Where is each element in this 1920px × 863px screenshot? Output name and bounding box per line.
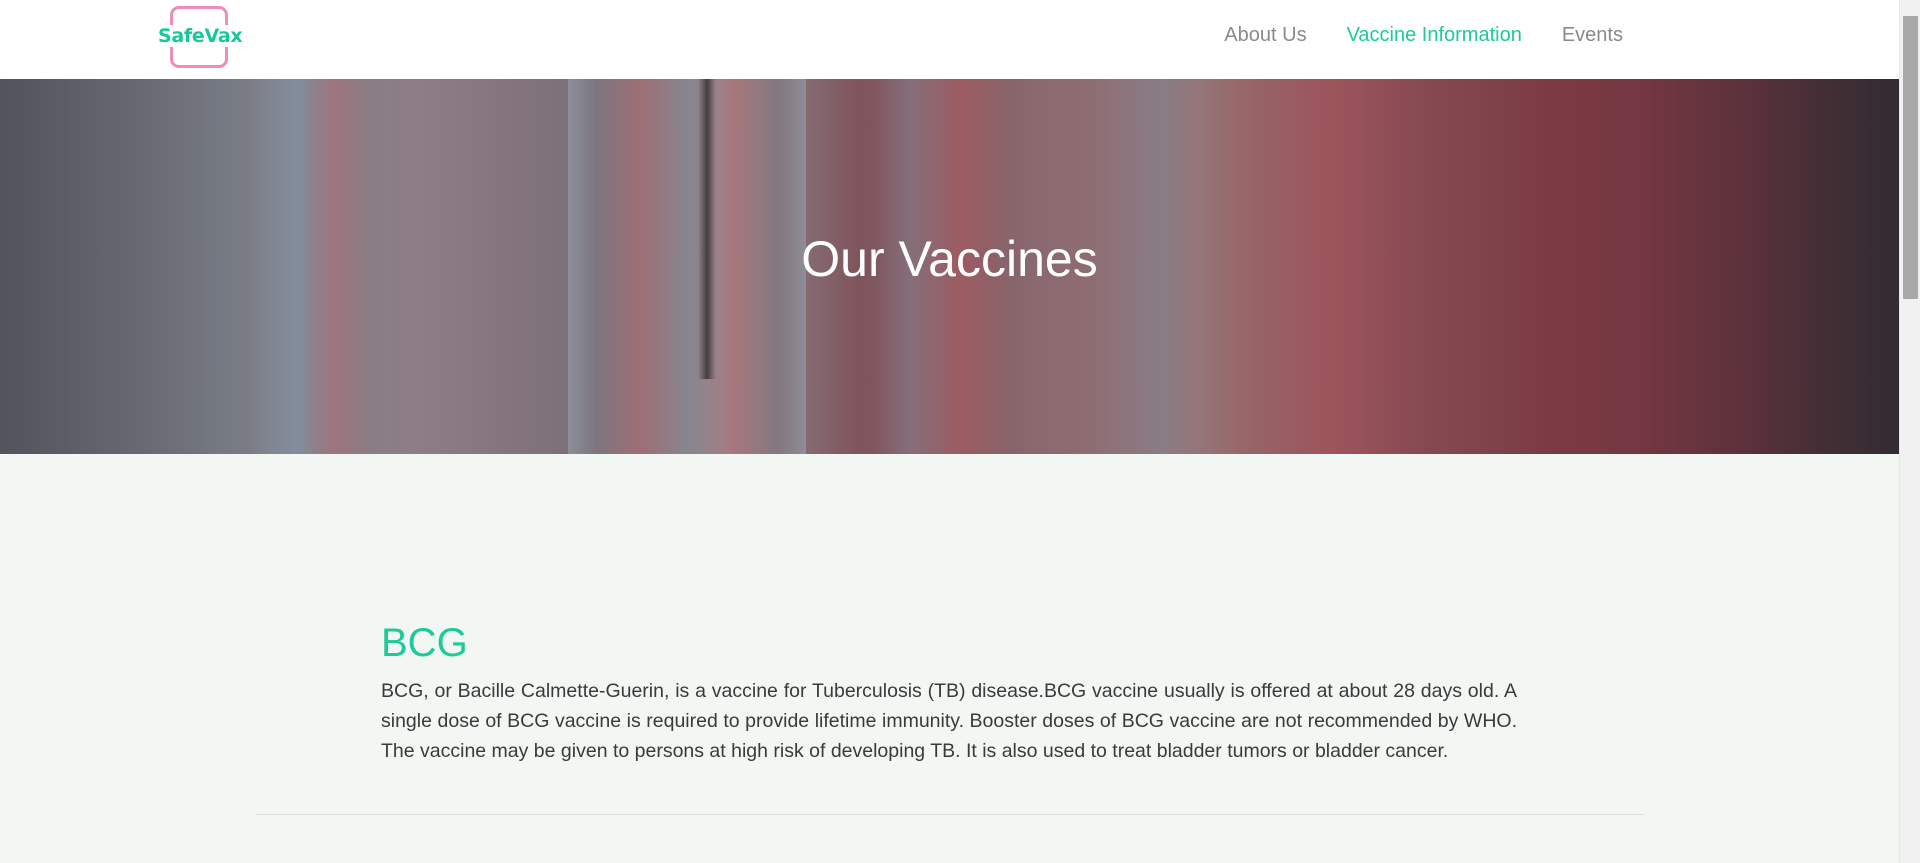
vaccine-description: BCG, or Bacille Calmette-Guerin, is a va… <box>381 680 1517 762</box>
logo-text: SafeVax <box>158 25 243 47</box>
nav-link-about-us[interactable]: About Us <box>1224 24 1306 47</box>
scrollbar-thumb[interactable] <box>1903 16 1918 299</box>
page-scrollbar[interactable] <box>1899 0 1920 863</box>
page: SafeVax About Us Vaccine Information Eve… <box>0 0 1920 863</box>
safevax-logo[interactable]: SafeVax <box>158 6 243 68</box>
hero-title: Our Vaccines <box>801 231 1098 287</box>
nav-link-events[interactable]: Events <box>1562 24 1623 47</box>
hero-banner: Our Vaccines <box>0 79 1899 454</box>
nav-link-vaccine-information[interactable]: Vaccine Information <box>1347 24 1522 47</box>
section-divider <box>256 814 1644 815</box>
vaccine-card: BCG BCG, or Bacille Calmette-Guerin, is … <box>381 616 1517 766</box>
navbar: SafeVax About Us Vaccine Information Eve… <box>0 0 1899 79</box>
vaccine-name: BCG <box>381 621 468 665</box>
vaccine-list: BCG BCG, or Bacille Calmette-Guerin, is … <box>0 454 1899 863</box>
main-nav: About Us Vaccine Information Events <box>1184 0 1623 70</box>
